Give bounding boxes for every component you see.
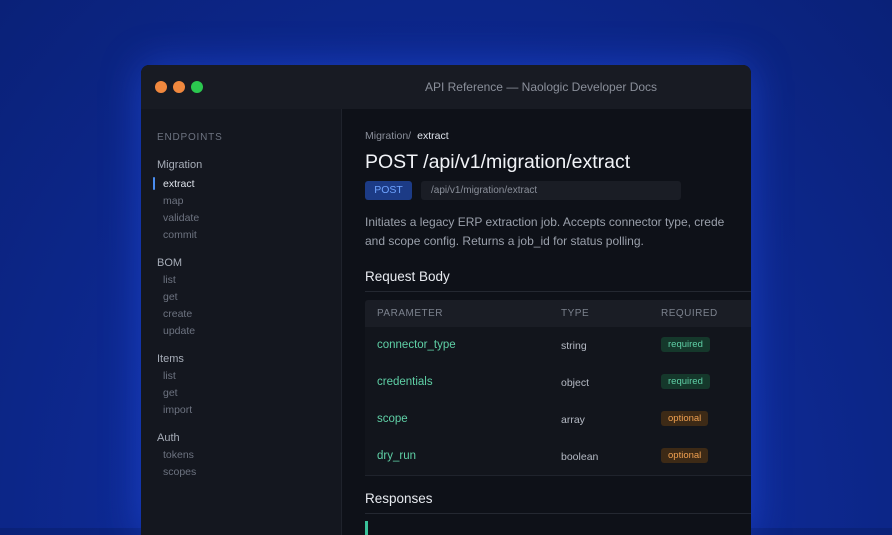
breadcrumb-parent[interactable]: Migration/ <box>365 130 411 142</box>
description-line-1: Initiates a legacy ERP extraction job. A… <box>365 215 725 229</box>
endpoint-path[interactable]: /api/v1/migration/extract <box>421 181 681 200</box>
endpoint-description: Initiates a legacy ERP extraction job. A… <box>365 213 751 251</box>
sidebar-group-items: Items <box>157 353 184 365</box>
request-body-title: Request Body <box>365 269 450 284</box>
table-row: credentials object required <box>365 364 751 402</box>
page-title: POST /api/v1/migration/extract <box>365 151 631 173</box>
sidebar-group-bom: BOM <box>157 257 183 269</box>
http-method-badge: POST <box>365 181 412 200</box>
param-name: connector_type <box>377 339 456 351</box>
response-indicator <box>365 521 368 535</box>
sidebar: ENDPOINTS Migration extract map validate… <box>141 109 342 535</box>
app-window: API Reference — Naologic Developer Docs … <box>141 65 751 535</box>
title-bar: API Reference — Naologic Developer Docs <box>141 65 751 110</box>
breadcrumb: Migration/extract <box>365 130 449 142</box>
sidebar-item-items-list[interactable]: list <box>163 370 176 382</box>
param-type: object <box>561 377 590 389</box>
window-title: API Reference — Naologic Developer Docs <box>424 80 658 94</box>
sidebar-heading: ENDPOINTS <box>157 132 223 143</box>
param-type: string <box>561 340 587 352</box>
breadcrumb-current: extract <box>417 130 449 142</box>
sidebar-item-extract[interactable]: extract <box>163 178 195 190</box>
active-indicator <box>153 177 155 190</box>
sidebar-item-bom-create[interactable]: create <box>163 308 192 320</box>
column-header-type: TYPE <box>561 308 590 319</box>
sidebar-item-tokens[interactable]: tokens <box>163 449 194 461</box>
section-divider <box>365 291 751 292</box>
optional-badge: optional <box>661 411 709 426</box>
sidebar-item-items-get[interactable]: get <box>163 387 178 399</box>
sidebar-group-migration: Migration <box>157 159 203 171</box>
section-divider <box>365 513 751 514</box>
table-row: dry_run boolean optional <box>365 438 751 476</box>
param-type: array <box>561 414 585 426</box>
table-header: PARAMETER TYPE REQUIRED <box>365 300 751 327</box>
main-content: Migration/extract POST /api/v1/migration… <box>342 109 751 535</box>
sidebar-item-commit[interactable]: commit <box>163 229 197 241</box>
column-header-parameter: PARAMETER <box>377 308 443 319</box>
sidebar-item-items-import[interactable]: import <box>163 404 192 416</box>
table-row: connector_type string required <box>365 327 751 365</box>
sidebar-item-bom-update[interactable]: update <box>163 325 195 337</box>
required-badge: required <box>661 337 710 352</box>
param-type: boolean <box>561 451 599 463</box>
table-row: scope array optional <box>365 401 751 439</box>
sidebar-item-bom-get[interactable]: get <box>163 291 178 303</box>
sidebar-group-auth: Auth <box>157 432 180 444</box>
param-name: dry_run <box>377 450 416 462</box>
param-name: scope <box>377 413 408 425</box>
column-header-required: REQUIRED <box>661 308 718 319</box>
responses-title: Responses <box>365 491 433 506</box>
optional-badge: optional <box>661 448 709 463</box>
param-name: credentials <box>377 376 433 388</box>
sidebar-item-validate[interactable]: validate <box>163 212 199 224</box>
sidebar-item-map[interactable]: map <box>163 195 183 207</box>
required-badge: required <box>661 374 710 389</box>
sidebar-item-scopes[interactable]: scopes <box>163 466 196 478</box>
description-line-2: and scope config. Returns a job_id for s… <box>365 234 644 248</box>
sidebar-item-bom-list[interactable]: list <box>163 274 176 286</box>
